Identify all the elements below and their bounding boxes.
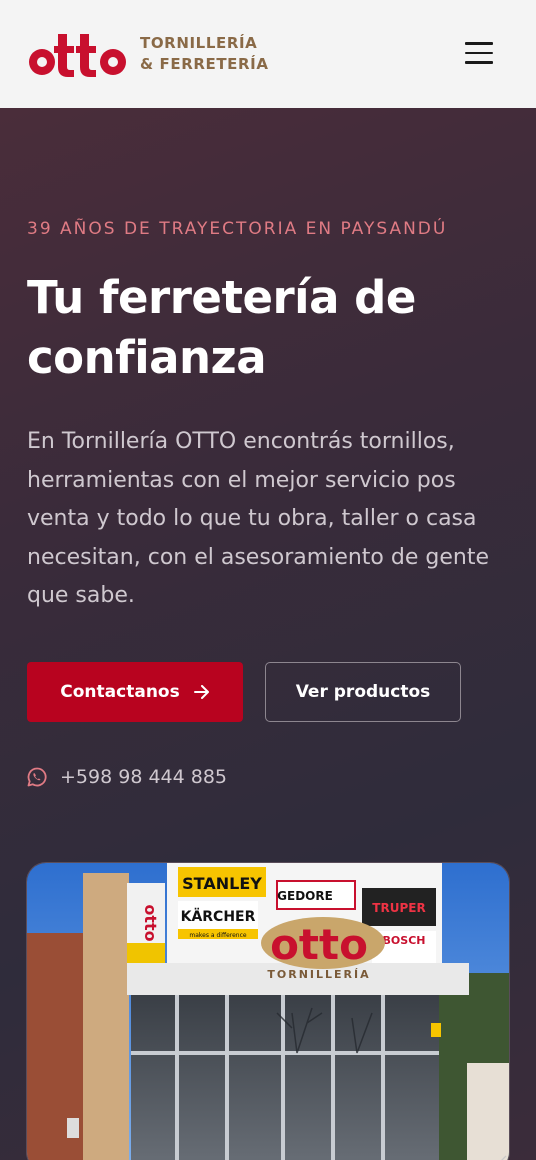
hamburger-menu-icon[interactable] [458, 34, 500, 72]
brand-sign-truper: TRUPER [372, 901, 425, 915]
brand-sign-bosch: BOSCH [383, 934, 426, 947]
tagline-line-2: & FERRETERÍA [140, 55, 269, 73]
view-products-button[interactable]: Ver productos [265, 662, 461, 722]
whatsapp-icon [27, 767, 47, 787]
phone-number: +598 98 444 885 [60, 766, 228, 788]
contact-button-label: Contactanos [60, 682, 180, 702]
arrow-right-icon [193, 685, 209, 699]
site-header: TORNILLERÍA & FERRETERÍA [0, 0, 536, 108]
contact-button[interactable]: Contactanos [27, 662, 243, 722]
hero-section: 39 AÑOS DE TRAYECTORIA EN PAYSANDÚ Tu fe… [0, 108, 536, 1160]
otto-logo[interactable] [28, 28, 128, 78]
hero-lead: En Tornillería OTTO encontrás tornillos,… [27, 429, 489, 608]
side-sign-logo: otto [141, 904, 160, 941]
brand-sign-stanley: STANLEY [182, 874, 262, 893]
brand-sign-gedore: GEDORE [277, 889, 333, 903]
logo-tagline: TORNILLERÍA & FERRETERÍA [140, 33, 269, 75]
view-products-label: Ver productos [295, 682, 431, 702]
store-photo: otto STANLEY GEDORE TRUPER KÄRCHER makes… [26, 862, 510, 1160]
store-illustration: otto STANLEY GEDORE TRUPER KÄRCHER makes… [27, 863, 509, 1160]
whatsapp-link[interactable]: +598 98 444 885 [27, 766, 227, 788]
sign-subtitle: TORNILLERÍA [267, 968, 370, 981]
hero-headline: Tu ferretería de confianza [27, 271, 416, 384]
brand-sign-karcher: KÄRCHER [181, 908, 256, 925]
hero-eyebrow: 39 AÑOS DE TRAYECTORIA EN PAYSANDÚ [27, 219, 448, 239]
resize-grip-icon[interactable] [489, 1151, 507, 1160]
kaercher-slogan: makes a difference [189, 932, 247, 939]
sign-otto-logo: otto [270, 920, 368, 969]
tagline-line-1: TORNILLERÍA [140, 34, 258, 52]
